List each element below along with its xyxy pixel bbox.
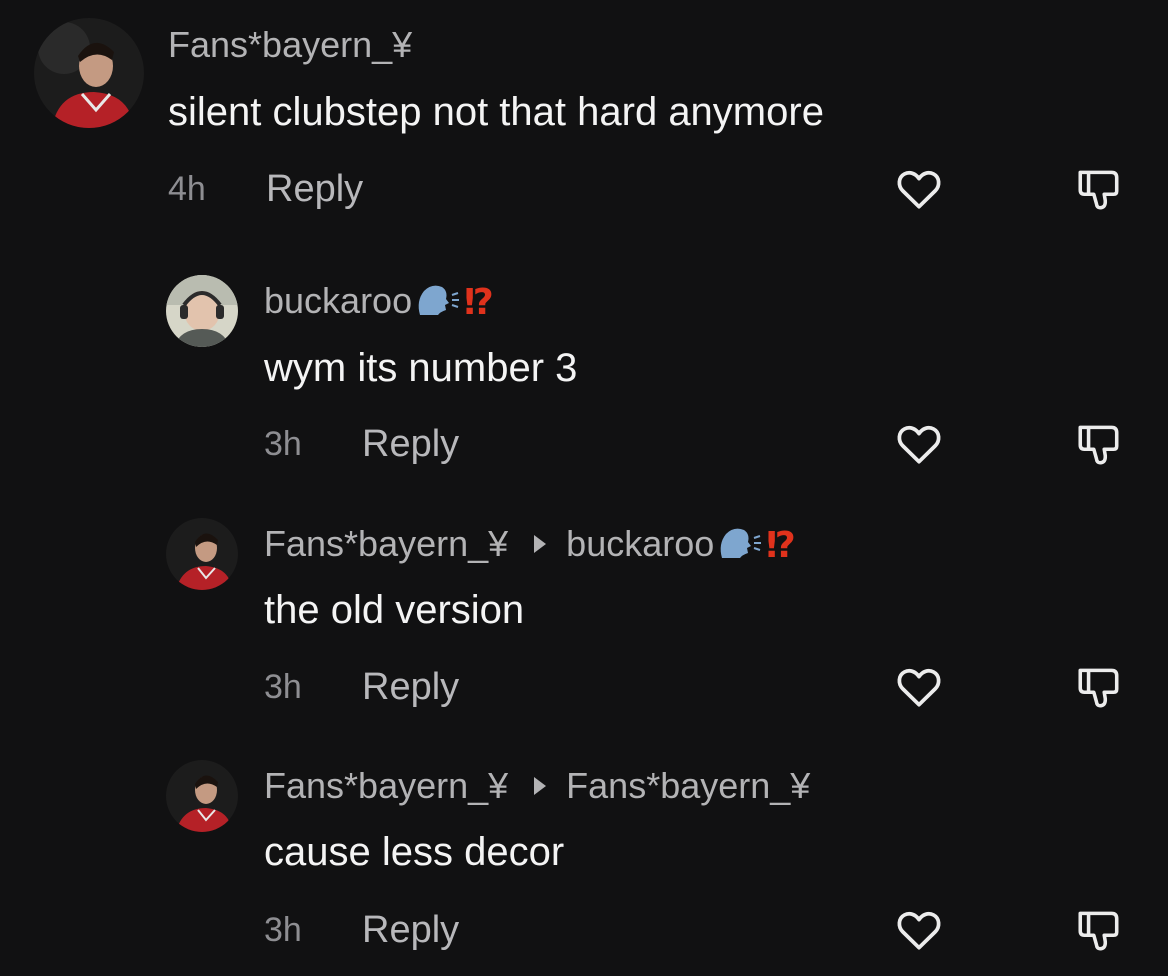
comment-username[interactable]: Fans*bayern_¥: [168, 24, 412, 66]
reply-button[interactable]: Reply: [266, 168, 363, 211]
reply-button[interactable]: Reply: [362, 423, 459, 466]
thumbs-down-icon[interactable]: [1074, 419, 1124, 469]
avatar[interactable]: [166, 275, 238, 347]
thumbs-down-icon[interactable]: [1074, 662, 1124, 712]
avatar[interactable]: [34, 18, 144, 128]
comment-timestamp: 3h: [264, 668, 302, 706]
play-arrow-icon: [534, 535, 547, 553]
comment-text: the old version: [264, 588, 525, 632]
svg-text:⁉: ⁉: [464, 282, 494, 321]
play-arrow-icon: [534, 777, 547, 795]
heart-icon[interactable]: [894, 662, 944, 712]
comment-username[interactable]: Fans*bayern_¥ buckaroo ⁉: [264, 523, 804, 565]
speaking-head-emoji: [414, 281, 460, 321]
interrobang-emoji: ⁉: [462, 281, 502, 321]
reply-button[interactable]: Reply: [362, 666, 459, 709]
thumbs-down-icon[interactable]: [1074, 905, 1124, 955]
username-text[interactable]: buckaroo: [264, 280, 412, 322]
comment-text: wym its number 3: [264, 346, 578, 390]
avatar-photo: [34, 18, 144, 128]
speaking-head-emoji: [716, 524, 762, 564]
username-text[interactable]: Fans*bayern_¥: [264, 523, 508, 565]
thumbs-down-icon[interactable]: [1074, 164, 1124, 214]
heart-icon[interactable]: [894, 164, 944, 214]
username-text[interactable]: Fans*bayern_¥: [264, 765, 508, 807]
comment-text: silent clubstep not that hard anymore: [168, 90, 824, 134]
interrobang-emoji: ⁉: [764, 524, 804, 564]
heart-icon[interactable]: [894, 419, 944, 469]
reply-to-username[interactable]: Fans*bayern_¥: [566, 765, 810, 807]
comment-timestamp: 4h: [168, 170, 206, 208]
avatar-photo: [166, 275, 238, 347]
reply-to-username[interactable]: buckaroo: [566, 523, 714, 565]
avatar[interactable]: [166, 518, 238, 590]
svg-text:⁉: ⁉: [766, 525, 796, 564]
comment-username[interactable]: buckaroo ⁉: [264, 280, 502, 322]
username-text[interactable]: Fans*bayern_¥: [168, 24, 412, 66]
comment-timestamp: 3h: [264, 425, 302, 463]
avatar-photo: [166, 760, 238, 832]
comment-text: cause less decor: [264, 830, 565, 874]
comment-timestamp: 3h: [264, 911, 302, 949]
heart-icon[interactable]: [894, 905, 944, 955]
comment-username[interactable]: Fans*bayern_¥ Fans*bayern_¥: [264, 765, 810, 807]
avatar-photo: [166, 518, 238, 590]
reply-button[interactable]: Reply: [362, 909, 459, 952]
avatar[interactable]: [166, 760, 238, 832]
